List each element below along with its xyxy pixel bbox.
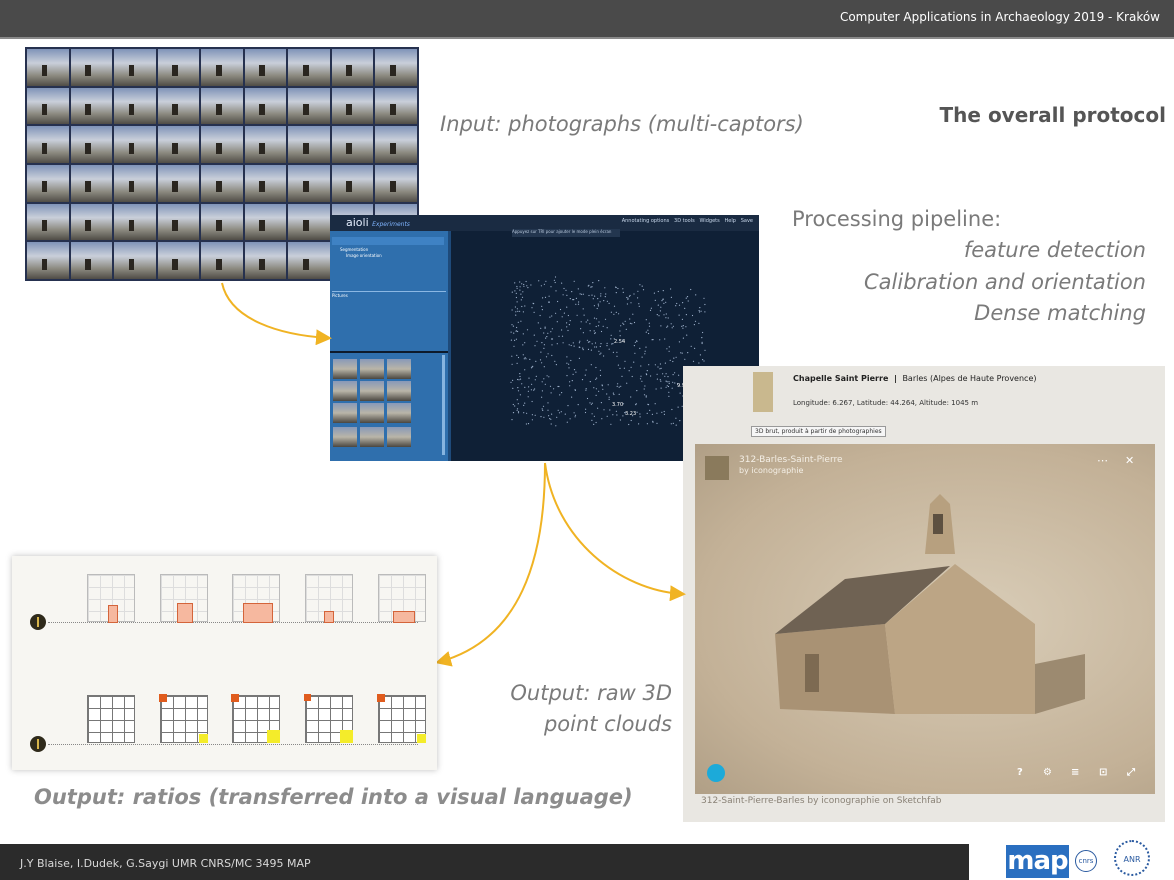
output-ratios-caption: Output: ratios (transferred into a visua… [34, 785, 633, 809]
ratio-grid [378, 574, 426, 623]
arrow-photos-to-aioli [221, 282, 332, 346]
ratio-grid [377, 694, 426, 743]
dotted-line [48, 744, 418, 745]
authors: J.Y Blaise, I.Dudek, G.Saygi UMR CNRS/MC… [20, 857, 311, 870]
ratio-grid [231, 694, 280, 743]
ratios-visual-language-panel [12, 556, 437, 770]
ratio-grid [304, 694, 353, 743]
ratio-box [243, 603, 273, 623]
map-logo: map [1006, 845, 1069, 878]
arrow-aioli-to-ratios [435, 462, 546, 667]
lightbulb-icon [30, 736, 46, 752]
ratio-box [108, 605, 118, 623]
lightbulb-icon [30, 614, 46, 630]
ratio-box [324, 611, 334, 623]
ratio-grid [159, 694, 208, 743]
ratio-grid [160, 574, 208, 623]
ratio-grid [232, 574, 280, 623]
ratio-grid [305, 574, 353, 623]
dotted-line [48, 622, 418, 623]
anr-logo: ANR [1114, 840, 1150, 876]
ratio-grid [87, 574, 135, 623]
ratio-box [177, 603, 193, 623]
ratio-grid [87, 695, 135, 743]
arrow-aioli-to-pointcloud [544, 462, 686, 602]
output-pointclouds-caption: Output: raw 3D point clouds [510, 681, 672, 736]
ratio-box [393, 611, 415, 623]
cnrs-logo: cnrs [1075, 850, 1097, 872]
